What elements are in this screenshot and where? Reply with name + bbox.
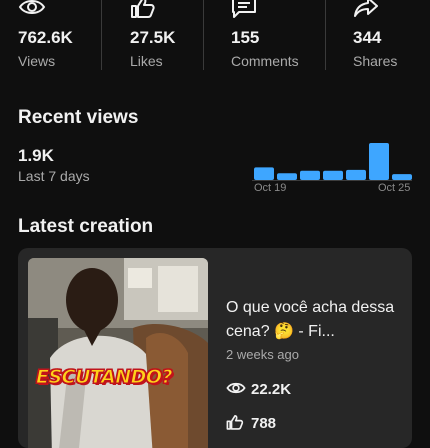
comment-icon [232,0,256,18]
thumbnail-image [28,258,208,448]
video-posted-time: 2 weeks ago [226,347,299,362]
chart-bar [300,170,320,180]
recent-views-value: 1.9K [18,146,54,165]
divider [101,0,102,70]
latest-creation-title: Latest creation [18,216,154,237]
thumbs-up-icon [131,0,155,18]
video-title[interactable]: O que você acha dessa cena? 🤔 - Fi... [226,296,402,344]
chart-axis [252,180,412,181]
chart-bar [346,169,366,180]
chart-bar [277,173,297,180]
video-views-count: 22.2K [251,381,292,398]
recent-views-title: Recent views [18,107,139,128]
comments-label: Comments [231,53,299,69]
video-likes-count: 788 [251,415,277,432]
chart-x-label-start: Oct 19 [254,182,287,194]
views-count: 762.6K [18,28,73,47]
comments-count: 155 [231,28,260,47]
shares-count: 344 [353,28,382,47]
likes-count: 27.5K [130,28,176,47]
chart-bar [254,167,274,180]
likes-label: Likes [130,53,163,69]
share-icon [354,0,378,17]
divider [203,0,204,70]
shares-label: Shares [353,53,398,69]
thumbnail-caption: ESCUTANDO? [35,366,173,389]
eye-icon [226,382,246,394]
recent-views-period: Last 7 days [18,168,90,184]
divider [325,0,326,70]
thumbs-up-icon [226,414,244,430]
views-label: Views [18,53,56,69]
video-thumbnail[interactable]: ESCUTANDO? [28,258,208,448]
stats-row: 762.6K Views 27.5K Likes 155 Comments 34… [0,0,430,72]
chart-x-label-end: Oct 25 [378,182,411,194]
chart-bar [323,170,343,180]
latest-video-card[interactable]: ESCUTANDO? O que você acha dessa cena? 🤔… [18,248,412,448]
eye-icon [18,0,46,14]
recent-views-chart[interactable] [250,138,415,183]
chart-bar [369,143,389,180]
